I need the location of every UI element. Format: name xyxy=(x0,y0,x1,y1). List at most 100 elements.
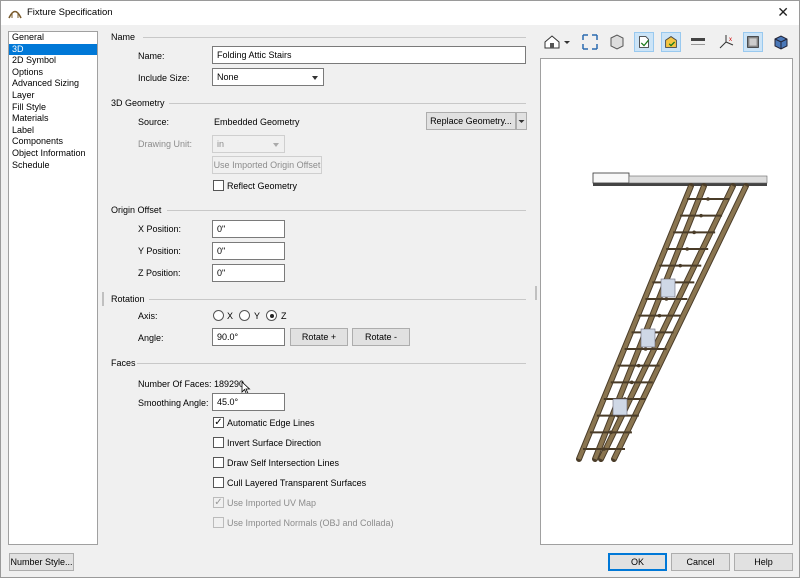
face-option-checkbox[interactable] xyxy=(213,517,224,528)
nav-item-3d[interactable]: 3D xyxy=(9,43,97,56)
fit-window-icon[interactable] xyxy=(580,32,600,52)
ladder-rivet xyxy=(664,297,669,301)
rotate-plus-button[interactable]: Rotate + xyxy=(290,328,348,346)
wireframe-toggle-icon[interactable] xyxy=(634,32,654,52)
nav-item-label[interactable]: Label xyxy=(9,125,97,137)
include-size-select[interactable]: None xyxy=(212,68,324,86)
cube-view-icon[interactable] xyxy=(771,32,791,52)
smoothing-angle-label: Smoothing Angle: xyxy=(138,398,209,408)
window-title: Fixture Specification xyxy=(27,7,113,18)
ladder-rivet xyxy=(699,213,703,218)
axis-z-label: Z xyxy=(281,311,287,321)
angle-label: Angle: xyxy=(138,333,164,343)
chevron-down-icon[interactable] xyxy=(563,32,571,52)
chevron-down-icon xyxy=(312,76,318,80)
face-option-label: Cull Layered Transparent Surfaces xyxy=(227,478,367,488)
ceiling-frame xyxy=(592,172,630,184)
face-option-label: Invert Surface Direction xyxy=(227,438,322,448)
nav-item-general[interactable]: General xyxy=(9,32,97,44)
use-imported-origin-offset-button[interactable]: Use Imported Origin Offset xyxy=(212,156,322,174)
nav-item-layer[interactable]: Layer xyxy=(9,90,97,102)
include-size-value: None xyxy=(217,72,239,82)
isometric-view-icon[interactable] xyxy=(607,32,627,52)
attic-stairs-model xyxy=(576,172,768,462)
face-option-checkbox[interactable] xyxy=(213,457,224,468)
axis-label: Axis: xyxy=(138,311,158,321)
nav-item-options[interactable]: Options xyxy=(9,67,97,79)
nav-item-2d-symbol[interactable]: 2D Symbol xyxy=(9,55,97,67)
axis-x-radio[interactable] xyxy=(213,310,224,321)
app-icon xyxy=(8,10,22,19)
reflect-geometry-label: Reflect Geometry xyxy=(227,181,298,191)
close-icon[interactable]: ✕ xyxy=(777,4,789,21)
axis-y-radio[interactable] xyxy=(239,310,250,321)
nav-item-components[interactable]: Components xyxy=(9,136,97,148)
section-origin-heading: Origin Offset xyxy=(111,205,162,215)
smoothing-angle-input[interactable]: 45.0° xyxy=(212,393,285,411)
ok-button[interactable]: OK xyxy=(608,553,667,571)
y-position-label: Y Position: xyxy=(138,246,181,256)
splitter-handle[interactable] xyxy=(102,292,104,306)
section-divider xyxy=(149,299,526,300)
x-position-label: X Position: xyxy=(138,224,182,234)
face-option-label: Automatic Edge Lines xyxy=(227,418,315,428)
help-button[interactable]: Help xyxy=(734,553,793,571)
section-divider xyxy=(137,363,526,364)
ladder-hinge xyxy=(640,328,656,348)
section-divider xyxy=(169,103,526,104)
section-name-heading: Name xyxy=(111,32,136,42)
ladder-rivet xyxy=(629,380,634,385)
ladder-rail xyxy=(593,185,706,460)
floor-level-icon[interactable] xyxy=(688,32,708,52)
nav-item-schedule[interactable]: Schedule xyxy=(9,160,97,172)
face-option-label: Use Imported UV Map xyxy=(227,498,317,508)
nav-item-fill-style[interactable]: Fill Style xyxy=(9,102,97,114)
color-toggle-icon[interactable] xyxy=(661,32,681,52)
include-size-label: Include Size: xyxy=(138,73,190,83)
section-rotation-heading: Rotation xyxy=(111,294,145,304)
rotate-minus-button[interactable]: Rotate - xyxy=(352,328,410,346)
reflect-geometry-checkbox[interactable] xyxy=(213,180,224,191)
x-position-input[interactable]: 0" xyxy=(212,220,285,238)
section-faces-heading: Faces xyxy=(111,358,136,368)
ladder-rivet xyxy=(643,347,648,351)
ladder-rivet xyxy=(692,230,696,235)
chevron-down-icon xyxy=(273,143,279,147)
face-option-checkbox[interactable]: ✓ xyxy=(213,497,224,508)
render-mode-icon[interactable] xyxy=(743,32,763,52)
face-option-checkbox[interactable] xyxy=(213,437,224,448)
axis-x-label: X xyxy=(227,311,234,321)
splitter-handle[interactable] xyxy=(535,286,537,300)
replace-geometry-button[interactable]: Replace Geometry... xyxy=(426,112,516,130)
face-option-checkbox[interactable] xyxy=(213,477,224,488)
ladder-rivet xyxy=(678,263,683,268)
axis-z-radio[interactable] xyxy=(266,310,277,321)
name-input[interactable]: Folding Attic Stairs xyxy=(212,46,526,64)
z-position-input[interactable]: 0" xyxy=(212,264,285,282)
3d-preview-pane xyxy=(540,58,793,545)
drawing-unit-value: in xyxy=(217,139,225,149)
axis-y-label: Y xyxy=(254,311,261,321)
y-position-input[interactable]: 0" xyxy=(212,242,285,260)
replace-geometry-dropdown[interactable] xyxy=(516,112,527,130)
ladder-rivet xyxy=(685,247,689,251)
angle-input[interactable]: 90.0° xyxy=(212,328,285,346)
section-divider xyxy=(143,37,526,38)
svg-text:x: x xyxy=(729,37,732,43)
source-value: Embedded Geometry xyxy=(214,117,300,127)
drawing-unit-select[interactable]: in xyxy=(212,135,285,153)
camera-view-icon[interactable] xyxy=(542,32,562,52)
axis-toggle-icon[interactable]: x xyxy=(716,32,736,52)
cancel-button[interactable]: Cancel xyxy=(671,553,730,571)
nav-item-advanced-sizing[interactable]: Advanced Sizing xyxy=(9,78,97,90)
number-of-faces-value: 189290 xyxy=(214,379,245,389)
source-label: Source: xyxy=(138,117,170,127)
z-position-label: Z Position: xyxy=(138,268,181,278)
ladder-rivet xyxy=(706,197,710,201)
nav-item-materials[interactable]: Materials xyxy=(9,113,97,125)
chevron-down-icon xyxy=(518,120,525,123)
nav-item-object-information[interactable]: Object Information xyxy=(9,148,97,160)
section-geometry-heading: 3D Geometry xyxy=(111,98,165,108)
face-option-checkbox[interactable]: ✓ xyxy=(213,417,224,428)
number-style-button[interactable]: Number Style... xyxy=(9,553,74,571)
